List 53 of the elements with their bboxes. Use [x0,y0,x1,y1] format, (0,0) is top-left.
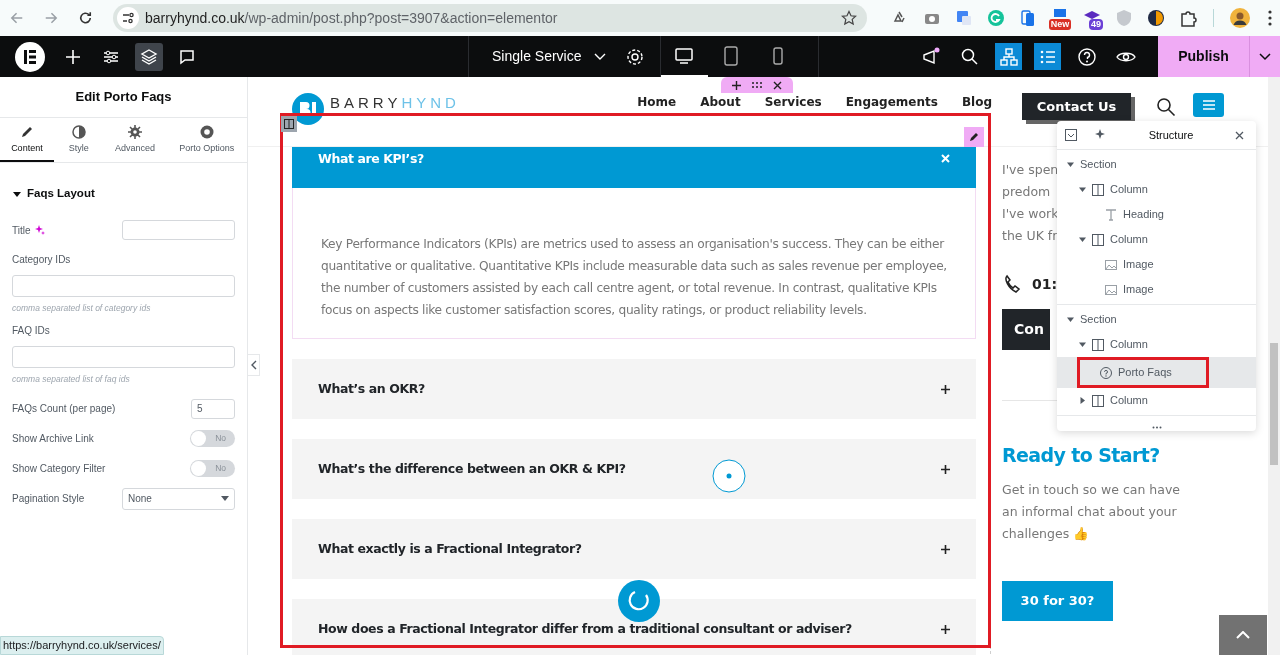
navigator-item[interactable]: Column [1057,227,1256,252]
field-label: Show Archive Link [12,432,94,447]
body-text: I've spen [1002,161,1059,179]
body-text: predom [1002,183,1051,201]
url-text: barryhynd.co.uk/wp-admin/post.php?post=3907&action=elementor [145,8,558,28]
panel-tab[interactable]: Content [0,118,54,162]
contact-button[interactable]: Con [1002,309,1050,350]
field-label: Category IDs [12,254,71,266]
navigator-item[interactable]: Column [1057,332,1256,357]
body-text: I've work [1002,205,1059,223]
publish-button[interactable]: Publish [1158,36,1249,77]
panel-tab[interactable]: Style [53,118,104,162]
address-bar[interactable]: barryhynd.co.uk/wp-admin/post.php?post=3907&action=elementor [113,4,867,32]
nav-link[interactable]: Blog [961,95,992,109]
select-dropdown[interactable]: None [122,487,235,510]
cta-heading: Ready to Start? [1002,443,1161,468]
panel-tab[interactable]: Porto Options [166,118,247,162]
navigator-item[interactable]: Column [1057,177,1256,202]
navigator-item[interactable]: Section [1057,152,1256,177]
badge: 49 [1089,18,1103,30]
status-url: https://barryhynd.co.uk/services/ [0,636,164,655]
faq-question[interactable]: How does a Fractional Integrator differ from a traditional consultant or adviser? [292,599,976,655]
field-label: FAQ IDs [12,325,50,336]
number-input[interactable]: 5 [191,398,235,419]
navigator-item[interactable]: Column [1057,388,1256,413]
field-label: FAQs Count (per page) [12,402,116,417]
field-label: Show Category Filter [12,462,106,477]
body-text: the UK fr [1002,227,1058,245]
field-label: Pagination Style [12,492,85,507]
navigator-item[interactable]: Image [1057,252,1256,277]
panel-title: Structure [1147,127,1195,143]
field-hint: comma separated list of faq ids [12,373,131,386]
navigator-item[interactable]: Heading [1057,202,1256,227]
nav-link[interactable]: Home [637,95,677,109]
cta-text: Get in touch so we can have an informal chat about your challenges 👍 [1002,480,1181,543]
faq-question[interactable]: What exactly is a Fractional Integrator? [292,519,976,579]
field-hint: comma separated list of category ids [12,302,152,315]
faq-question[interactable]: What’s an OKR? [292,359,976,419]
nav-link[interactable]: Engagements [845,95,938,109]
nav-link[interactable]: Services [764,95,822,109]
logo-text: BARRY HYND [330,94,460,111]
phone-number: 01: [1032,274,1058,294]
panel-tab[interactable]: Advanced [103,118,167,162]
faq-question[interactable]: What’s the difference between an OKR & KPI? [292,439,976,499]
nav-link[interactable]: About [700,95,741,109]
field-label: Title [12,223,31,238]
faq-answer: Key Performance Indicators (KPIs) are metrics used to assess an organisation's success. They can be either quantitative or qualitative. Quantitative KPIs include measurable data such as sales revenue per employee, the number of customers assisted by each call centre agent, or total revenue. In contrast, qualitative KPIs focus on aspects like customer satisfaction scores, quality ratings, or product reliability levels. [321,236,947,319]
navigator-item[interactable]: Section [1057,307,1256,332]
section-toggle[interactable]: Faqs Layout [13,185,95,203]
navigator-item[interactable]: Image [1057,277,1256,302]
panel-title: Edit Porto Faqs [75,88,172,107]
badge: New [1048,18,1072,30]
page-title-dropdown[interactable]: Single Service [492,46,606,67]
